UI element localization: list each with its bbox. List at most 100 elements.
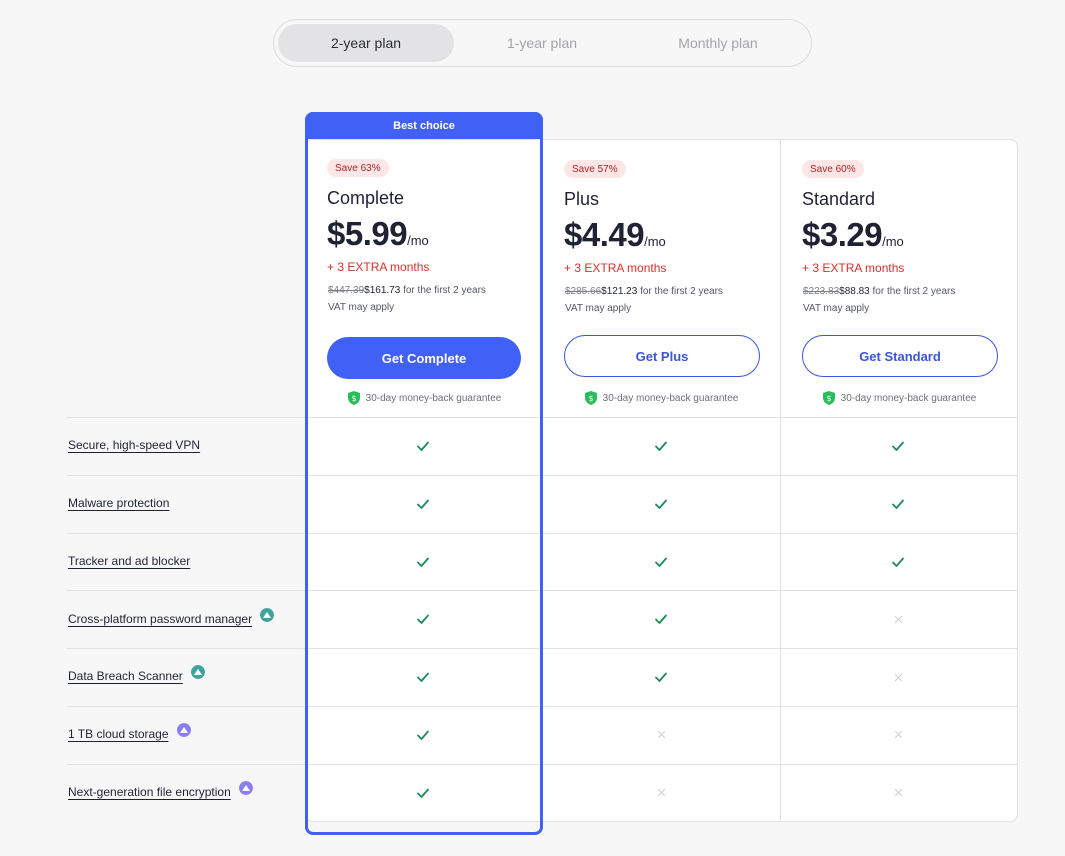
- discounted-price: $161.73: [364, 285, 401, 296]
- cross-icon: [651, 725, 671, 745]
- plan-standard: Save 60% Standard $3.29/mo + 3 EXTRA mon…: [781, 140, 1018, 417]
- tab-2-year-plan[interactable]: 2-year plan: [278, 24, 454, 62]
- guarantee-text: 30-day money-back guarantee: [365, 392, 502, 404]
- feature-label[interactable]: Cross-platform password manager: [68, 612, 252, 626]
- plan-price: $3.29/mo: [802, 216, 904, 254]
- feature-label[interactable]: Data Breach Scanner: [68, 669, 183, 683]
- feature-label[interactable]: Next-generation file encryption: [68, 785, 231, 799]
- row-divider: [67, 648, 1018, 649]
- svg-text:$: $: [588, 394, 593, 403]
- plan-plus: Save 57% Plus $4.49/mo + 3 EXTRA months …: [543, 140, 780, 417]
- nordlocker-icon: [176, 723, 191, 737]
- cross-icon: [888, 667, 908, 687]
- original-price: $223.83: [803, 286, 840, 297]
- plan-price: $5.99/mo: [327, 215, 429, 253]
- best-choice-banner: Best choice: [305, 112, 543, 139]
- price-period: /mo: [407, 233, 429, 248]
- billing-total: $447.39$161.73 for the first 2 years: [328, 285, 486, 296]
- feature-file-encryption: Next-generation file encryption: [68, 781, 253, 799]
- feature-cloud-storage: 1 TB cloud storage: [68, 723, 191, 741]
- check-icon: [413, 725, 433, 745]
- check-icon: [888, 436, 908, 456]
- plan-name: Complete: [327, 188, 405, 208]
- feature-label[interactable]: Secure, high-speed VPN: [68, 438, 200, 452]
- billing-total: $223.83$88.83 for the first 2 years: [803, 286, 955, 297]
- feature-secure-vpn: Secure, high-speed VPN: [68, 438, 200, 452]
- check-icon: [651, 552, 671, 572]
- savings-badge: Save 57%: [564, 160, 626, 178]
- price-period: /mo: [882, 234, 904, 249]
- check-icon: [413, 783, 433, 803]
- check-icon: [413, 667, 433, 687]
- money-back-guarantee: $ 30-day money-back guarantee: [781, 391, 1018, 405]
- svg-text:$: $: [826, 394, 831, 403]
- savings-badge: Save 60%: [802, 160, 864, 178]
- tab-monthly-plan[interactable]: Monthly plan: [630, 24, 806, 62]
- tab-1-year-plan[interactable]: 1-year plan: [454, 24, 630, 62]
- get-plus-button[interactable]: Get Plus: [564, 335, 760, 377]
- check-icon: [651, 436, 671, 456]
- feature-label[interactable]: Tracker and ad blocker: [68, 554, 190, 568]
- extra-months: + 3 EXTRA months: [327, 260, 430, 274]
- billing-total: $285.66$121.23 for the first 2 years: [565, 286, 723, 297]
- savings-badge: Save 63%: [327, 159, 389, 177]
- row-divider: [67, 590, 1018, 591]
- row-divider: [67, 764, 1018, 765]
- check-icon: [888, 494, 908, 514]
- nordpass-icon: [260, 608, 275, 622]
- plan-name: Plus: [564, 189, 600, 209]
- shield-icon: $: [822, 391, 835, 405]
- check-icon: [651, 609, 671, 629]
- nordlocker-icon: [238, 781, 253, 795]
- extra-months: + 3 EXTRA months: [564, 261, 667, 275]
- shield-icon: $: [584, 391, 597, 405]
- guarantee-text: 30-day money-back guarantee: [602, 392, 739, 404]
- row-divider: [67, 706, 1018, 707]
- feature-label[interactable]: Malware protection: [68, 496, 169, 510]
- vat-note: VAT may apply: [803, 303, 870, 314]
- plan-period-toggle: 2-year plan 1-year plan Monthly plan: [273, 19, 812, 67]
- get-complete-button[interactable]: Get Complete: [327, 337, 521, 379]
- check-icon: [888, 552, 908, 572]
- price-amount: $3.29: [802, 216, 883, 253]
- shield-icon: $: [347, 391, 360, 405]
- row-divider: [67, 475, 1018, 476]
- feature-password-manager: Cross-platform password manager: [68, 608, 275, 626]
- price-period: /mo: [644, 234, 666, 249]
- price-amount: $5.99: [327, 215, 408, 252]
- original-price: $447.39: [328, 285, 365, 296]
- check-icon: [413, 552, 433, 572]
- extra-months: + 3 EXTRA months: [802, 261, 905, 275]
- cross-icon: [651, 783, 671, 803]
- check-icon: [651, 667, 671, 687]
- svg-text:$: $: [351, 394, 356, 403]
- price-amount: $4.49: [564, 216, 645, 253]
- guarantee-text: 30-day money-back guarantee: [840, 392, 977, 404]
- feature-tracker-ad-blocker: Tracker and ad blocker: [68, 554, 190, 568]
- row-divider: [67, 533, 1018, 534]
- money-back-guarantee: $ 30-day money-back guarantee: [306, 391, 543, 405]
- get-standard-button[interactable]: Get Standard: [802, 335, 998, 377]
- billing-period: for the first 2 years: [637, 286, 723, 297]
- check-icon: [413, 436, 433, 456]
- billing-period: for the first 2 years: [869, 286, 956, 297]
- money-back-guarantee: $ 30-day money-back guarantee: [543, 391, 780, 405]
- original-price: $285.66: [565, 286, 602, 297]
- nordpass-icon: [190, 665, 205, 679]
- vat-note: VAT may apply: [328, 302, 395, 313]
- plan-name: Standard: [802, 189, 876, 209]
- check-icon: [413, 609, 433, 629]
- plan-complete: Save 63% Complete $5.99/mo + 3 EXTRA mon…: [306, 139, 543, 417]
- billing-period: for the first 2 years: [400, 285, 486, 296]
- feature-data-breach-scanner: Data Breach Scanner: [68, 665, 205, 683]
- feature-label[interactable]: 1 TB cloud storage: [68, 727, 169, 741]
- check-icon: [651, 494, 671, 514]
- cross-icon: [888, 725, 908, 745]
- cross-icon: [888, 609, 908, 629]
- row-divider: [67, 417, 1018, 418]
- feature-malware-protection: Malware protection: [68, 496, 169, 510]
- plan-price: $4.49/mo: [564, 216, 666, 254]
- check-icon: [413, 494, 433, 514]
- discounted-price: $88.83: [839, 286, 870, 297]
- cross-icon: [888, 783, 908, 803]
